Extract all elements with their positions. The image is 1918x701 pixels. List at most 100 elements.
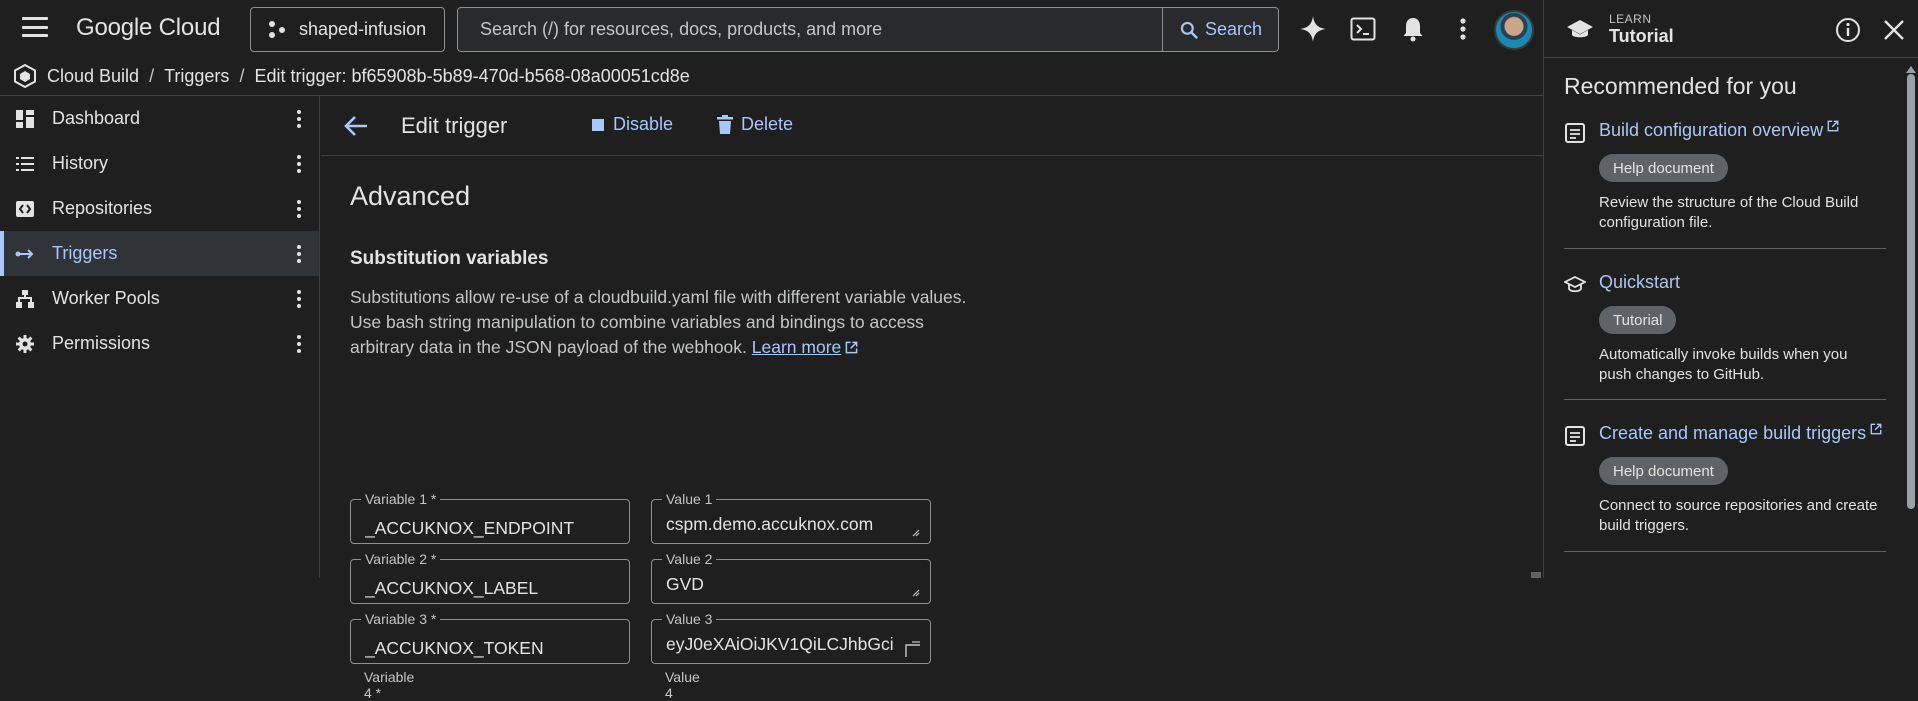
top-bar: Google Cloud shaped-infusion Search [0,0,1543,58]
delete-button[interactable]: Delete [717,114,793,135]
learn-panel-header: LEARN Tutorial [1544,0,1918,58]
sidebar-item-permissions[interactable]: Permissions [0,321,319,366]
info-icon[interactable] [1835,17,1861,43]
list-icon [16,157,34,171]
main-scrollbar[interactable] [1531,572,1541,578]
sidebar-item-label: Repositories [52,198,153,218]
sidebar-item-history[interactable]: History [0,141,319,186]
resize-handle-icon[interactable] [910,587,920,597]
repository-icon [16,201,34,217]
learn-card-build-triggers: Create and manage build triggers Help do… [1564,423,1886,543]
breadcrumb: Cloud Build / Triggers / Edit trigger: b… [0,58,1543,95]
sidebar-item-label: Permissions [52,333,151,353]
breadcrumb-cloud-build[interactable]: Cloud Build [47,66,139,87]
search-button[interactable]: Search [1162,8,1278,51]
value-2-label: Value 2 [662,551,717,567]
sidebar-item-dashboard[interactable]: Dashboard [0,96,319,141]
more-options-icon[interactable] [293,108,305,130]
variable-1-field[interactable]: Variable 1 * [350,491,630,544]
disable-button[interactable]: Disable [591,114,673,135]
cloud-shell-terminal-icon[interactable] [1348,14,1378,44]
value-3-label: Value 3 [662,611,717,627]
close-icon[interactable] [1883,19,1905,41]
sidebar-item-label: History [52,153,109,173]
more-options-icon[interactable] [1448,14,1478,44]
search-button-label: Search [1204,19,1263,39]
card-divider [1564,551,1886,552]
variable-2-field[interactable]: Variable 2 * [350,551,630,604]
value-1-label: Value 1 [662,491,717,507]
variable-1-label: Variable 1 * [361,491,441,507]
external-link-icon [845,341,858,354]
value-2-field[interactable]: Value 2 GVD [651,551,931,604]
more-options-icon[interactable] [293,243,305,265]
project-name: shaped-infusion [299,19,427,39]
document-icon [1565,426,1585,446]
account-avatar[interactable] [1494,10,1534,50]
delete-label: Delete [741,114,794,134]
learn-card-title[interactable]: Quickstart [1599,272,1680,293]
learn-card-description: Review the structure of the Cloud Build … [1599,194,1859,231]
learn-card-title[interactable]: Create and manage build triggers [1599,423,1882,444]
learn-card-badge: Help document [1599,154,1728,182]
external-link-icon [1870,423,1882,435]
page-header: Edit trigger Disable Delete [321,96,1543,156]
sidebar-item-label: Worker Pools [52,288,160,308]
external-link-icon [1827,120,1839,132]
resize-handle-icon[interactable] [910,527,920,537]
main-content: Edit trigger Disable Delete Advanced Sub… [321,96,1543,701]
learn-more-link[interactable]: Learn more [752,337,842,357]
variable-3-field[interactable]: Variable 3 * [350,611,630,664]
project-picker-button[interactable]: shaped-infusion [250,7,445,52]
value-3-field[interactable]: Value 3 eyJ0eXAiOiJKV1QiLCJhbGci [651,611,931,664]
back-arrow-icon[interactable] [343,114,369,138]
school-icon [1567,20,1593,38]
sidebar-item-repositories[interactable]: Repositories [0,186,319,231]
trash-icon [717,115,733,134]
learn-card-description: Connect to source repositories and creat… [1599,497,1878,534]
stop-icon [592,118,604,131]
cloud-build-icon [14,64,36,88]
main-menu-icon[interactable] [22,17,48,37]
value-1-field[interactable]: Value 1 cspm.demo.accuknox.com [651,491,931,544]
dashboard-icon [16,110,34,128]
breadcrumb-separator: / [239,66,245,86]
learn-panel-scrollbar[interactable] [1907,74,1915,509]
learn-card-build-config: Build configuration overview Help docume… [1564,120,1886,240]
card-divider [1564,248,1886,249]
search-bar: Search [457,7,1279,52]
variable-3-label: Variable 3 * [361,611,441,627]
learn-card-description: Automatically invoke builds when you pus… [1599,346,1848,383]
learn-kicker: LEARN [1609,12,1652,26]
disable-label: Disable [613,114,674,134]
learn-card-badge: Help document [1599,457,1728,485]
gemini-sparkle-icon[interactable] [1298,14,1328,44]
learn-panel: LEARN Tutorial Recommended for you Build… [1543,0,1918,578]
more-options-icon[interactable] [293,333,305,355]
sidebar-item-label: Dashboard [52,108,141,128]
sidebar: Dashboard History Repositories Triggers … [0,96,320,578]
more-options-icon[interactable] [293,198,305,220]
description-text: Substitutions allow re-use of a cloudbui… [350,287,967,357]
learn-card-quickstart: Quickstart Tutorial Automatically invoke… [1564,272,1886,392]
more-options-icon[interactable] [293,288,305,310]
learn-panel-title: Tutorial [1609,26,1674,46]
document-icon [1565,123,1585,143]
learn-card-title[interactable]: Build configuration overview [1599,120,1839,141]
substitution-description: Substitutions allow re-use of a cloudbui… [350,285,990,360]
sidebar-item-triggers[interactable]: Triggers [0,231,319,276]
more-options-icon[interactable] [293,153,305,175]
project-dots-icon [269,20,287,39]
sidebar-item-worker-pools[interactable]: Worker Pools [0,276,319,321]
card-divider [1564,399,1886,400]
google-cloud-logo[interactable]: Google Cloud [76,14,221,42]
notifications-bell-icon[interactable] [1398,14,1428,44]
search-input[interactable] [458,8,1162,51]
resize-handle-icon[interactable] [904,641,922,659]
trigger-icon [15,249,34,259]
section-title-advanced: Advanced [350,181,471,211]
school-icon [1564,275,1586,293]
sidebar-item-label: Triggers [52,243,118,263]
breadcrumb-triggers[interactable]: Triggers [164,66,229,87]
search-icon [1180,21,1198,39]
